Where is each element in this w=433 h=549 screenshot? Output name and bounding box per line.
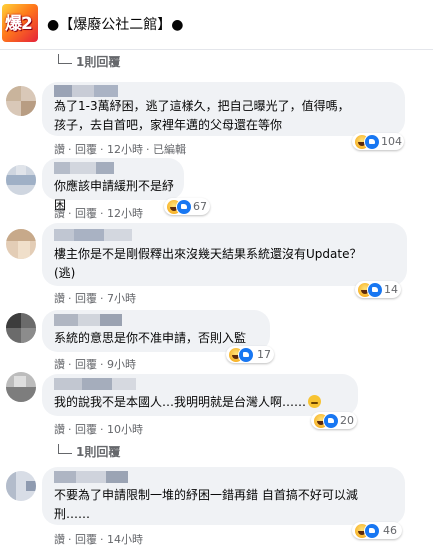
- reaction-count: 20: [340, 414, 354, 427]
- timestamp[interactable]: 12小時: [107, 207, 143, 220]
- comment-bubble: 我的說我不是本國人…我明明就是台灣人啊……: [42, 374, 358, 416]
- reaction-count: 46: [383, 524, 397, 537]
- avatar[interactable]: [6, 86, 36, 116]
- reply-link[interactable]: 回覆: [75, 533, 97, 546]
- reaction-summary[interactable]: 46: [352, 522, 402, 539]
- like-link[interactable]: 讚: [54, 143, 65, 156]
- reaction-summary[interactable]: 20: [311, 412, 357, 429]
- comment-text: 為了1-3萬紓困，逃了這樣久，把自己曝光了，值得嗎， 孩子，去自首吧，家裡年邁的父…: [54, 99, 350, 132]
- reaction-summary[interactable]: 14: [355, 281, 401, 298]
- comment-actions: 讚 · 回覆 · 7小時: [54, 292, 136, 305]
- reaction-count: 67: [193, 200, 207, 213]
- commenter-name[interactable]: [54, 314, 126, 326]
- reaction-summary[interactable]: 17: [226, 346, 274, 363]
- timestamp[interactable]: 7小時: [107, 292, 136, 305]
- commenter-name[interactable]: [54, 162, 120, 174]
- timestamp[interactable]: 12小時: [107, 143, 143, 156]
- reply-arrow-icon: [58, 54, 72, 64]
- comment-bubble: 樓主你是不是剛假釋出來沒幾天結果系統還沒有Update？ (逃): [42, 223, 407, 286]
- timestamp[interactable]: 14小時: [107, 533, 143, 546]
- like-link[interactable]: 讚: [54, 292, 65, 305]
- sweat-smile-emoji: [308, 395, 322, 408]
- reaction-summary[interactable]: 104: [352, 133, 404, 150]
- reply-link[interactable]: 回覆: [75, 207, 97, 220]
- group-logo[interactable]: 爆2: [2, 4, 38, 42]
- avatar[interactable]: [6, 165, 36, 195]
- group-title[interactable]: ●【爆廢公社二館】●: [47, 14, 183, 34]
- like-icon: [238, 347, 254, 363]
- view-replies-link-1[interactable]: 1則回覆: [58, 53, 120, 70]
- reply-link[interactable]: 回覆: [75, 358, 97, 371]
- edited-label[interactable]: 已編輯: [153, 143, 186, 156]
- comment-bubble: 為了1-3萬紓困，逃了這樣久，把自己曝光了，值得嗎， 孩子，去自首吧，家裡年邁的父…: [42, 82, 405, 136]
- comment-bubble: 不要為了申請限制一堆的紓困一錯再錯 自首搞不好可以減 刑……: [42, 467, 405, 525]
- avatar[interactable]: [6, 471, 36, 501]
- reaction-summary[interactable]: 67: [164, 198, 210, 215]
- like-icon: [367, 282, 383, 298]
- avatar[interactable]: [6, 372, 36, 402]
- reaction-count: 14: [384, 283, 398, 296]
- comment-actions: 讚 · 回覆 · 10小時: [54, 423, 143, 436]
- timestamp[interactable]: 9小時: [107, 358, 136, 371]
- like-icon: [323, 413, 339, 429]
- avatar[interactable]: [6, 229, 36, 259]
- like-link[interactable]: 讚: [54, 358, 65, 371]
- comment-actions: 讚 · 回覆 · 14小時: [54, 533, 143, 546]
- reaction-count: 104: [381, 135, 402, 148]
- commenter-name[interactable]: [54, 229, 140, 241]
- commenter-name[interactable]: [54, 471, 134, 483]
- like-link[interactable]: 讚: [54, 423, 65, 436]
- timestamp[interactable]: 10小時: [107, 423, 143, 436]
- reply-link[interactable]: 回覆: [75, 143, 97, 156]
- comment-actions: 讚 · 回覆 · 9小時: [54, 358, 136, 371]
- comment-text: 不要為了申請限制一堆的紓困一錯再錯 自首搞不好可以減 刑……: [54, 488, 358, 521]
- comment-bubble: 你應該申請緩刑不是紓困: [42, 158, 184, 212]
- reaction-count: 17: [257, 348, 271, 361]
- reply-link[interactable]: 回覆: [75, 292, 97, 305]
- group-header: 爆2 ●【爆廢公社二館】●: [0, 0, 433, 50]
- comment-text: 樓主你是不是剛假釋出來沒幾天結果系統還沒有Update？ (逃): [54, 247, 362, 280]
- like-icon: [176, 199, 192, 215]
- commenter-name[interactable]: [54, 85, 124, 97]
- comment-text: 我的說我不是本國人…我明明就是台灣人啊……: [54, 393, 322, 412]
- like-icon: [364, 523, 380, 539]
- comment-text: 系統的意思是你不准申請，否則入監: [54, 331, 247, 345]
- commenter-name[interactable]: [54, 378, 142, 390]
- comment-actions: 讚 · 回覆 · 12小時: [54, 207, 143, 220]
- header-divider: [0, 49, 433, 50]
- avatar[interactable]: [6, 313, 36, 343]
- like-link[interactable]: 讚: [54, 533, 65, 546]
- comment-actions: 讚 · 回覆 · 12小時 · 已編輯: [54, 143, 186, 156]
- like-link[interactable]: 讚: [54, 207, 65, 220]
- reply-link[interactable]: 回覆: [75, 423, 97, 436]
- like-icon: [364, 134, 380, 150]
- view-replies-link-2[interactable]: 1則回覆: [58, 443, 120, 460]
- reply-arrow-icon: [58, 444, 72, 454]
